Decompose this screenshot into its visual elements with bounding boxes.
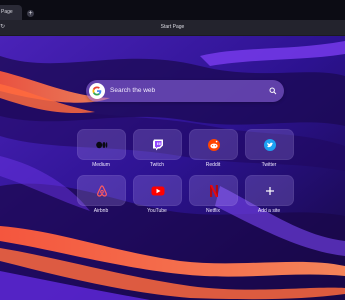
speed-dial-airbnb[interactable]	[77, 175, 126, 206]
browser-window: Page + ↻ Start Page Search the web Mediu…	[0, 0, 345, 300]
youtube-icon	[151, 186, 164, 195]
speed-dial-reddit[interactable]	[189, 129, 238, 160]
speed-dial-label: Add a site	[257, 208, 281, 214]
tab-start-page[interactable]: Page	[0, 5, 22, 20]
speed-dial-label: Netflix	[206, 208, 220, 214]
search-bar[interactable]: Search the web	[86, 80, 284, 102]
twitter-icon	[263, 138, 276, 151]
speed-dial-youtube[interactable]	[133, 175, 182, 206]
new-tab-button[interactable]: +	[27, 10, 34, 17]
url-field[interactable]: Start Page	[0, 20, 345, 35]
tab-bar: Page +	[0, 0, 345, 20]
speed-dial-medium[interactable]	[77, 129, 126, 160]
google-icon	[89, 83, 105, 99]
wallpaper	[0, 36, 345, 300]
plus-icon: +	[28, 10, 33, 17]
medium-icon	[95, 141, 107, 148]
twitch-icon	[152, 139, 163, 150]
speed-dial-label: Reddit	[205, 162, 221, 168]
add-site-button[interactable]	[245, 175, 294, 206]
speed-dial-twitch[interactable]	[133, 129, 182, 160]
netflix-icon	[209, 184, 218, 197]
search-input[interactable]: Search the web	[110, 80, 155, 102]
speed-dial-twitter[interactable]	[245, 129, 294, 160]
search-icon[interactable]	[269, 87, 277, 95]
speed-dial-label: Airbnb	[93, 208, 109, 214]
speed-dial-label: YouTube	[147, 208, 167, 214]
tab-label: Page	[1, 9, 13, 15]
plus-icon	[265, 186, 274, 195]
speed-dial-netflix[interactable]	[189, 175, 238, 206]
start-page: Search the web Medium Twitch Reddit Twit…	[0, 36, 345, 300]
address-bar: ↻ Start Page	[0, 20, 345, 36]
speed-dial-label: Twitch	[149, 162, 165, 168]
speed-dial-label: Twitter	[261, 162, 277, 168]
speed-dial-label: Medium	[92, 162, 110, 168]
reddit-icon	[207, 138, 220, 151]
airbnb-icon	[96, 184, 107, 197]
